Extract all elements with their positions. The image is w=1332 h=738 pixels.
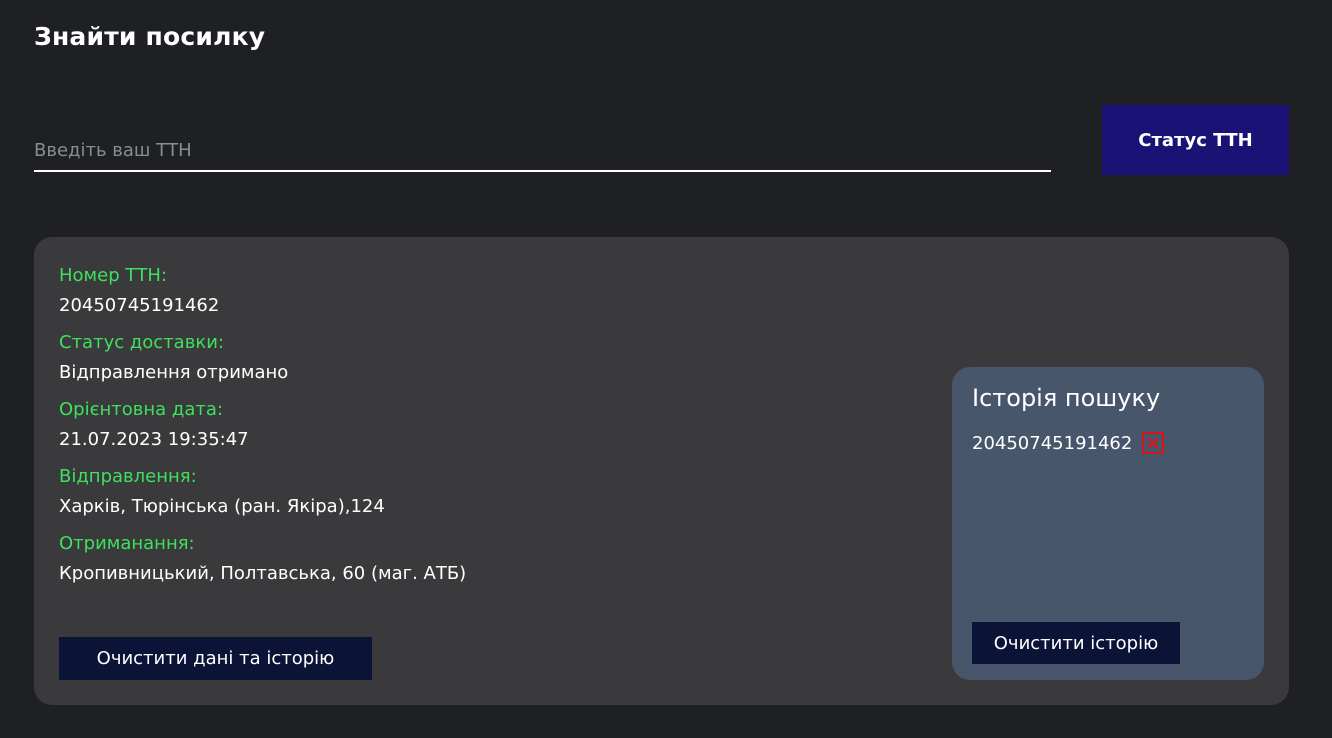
page-title: Знайти посилку xyxy=(34,22,266,51)
close-icon[interactable] xyxy=(1142,432,1165,454)
field-label: Отриманання: xyxy=(59,533,195,554)
field-value: Харків, Тюрінська (ран. Якіра),124 xyxy=(59,496,385,517)
history-title: Історія пошуку xyxy=(972,384,1161,412)
tracking-result-card: Номер ТТН: 20450745191462 Статус доставк… xyxy=(34,237,1289,705)
field-delivery-status: Статус доставки: Відправлення отримано xyxy=(59,332,466,384)
tracking-info: Номер ТТН: 20450745191462 Статус доставк… xyxy=(59,265,466,600)
field-recipient-address: Отриманання: Кропивницький, Полтавська, … xyxy=(59,533,466,585)
field-value: Кропивницький, Полтавська, 60 (маг. АТБ) xyxy=(59,563,467,584)
field-value: Відправлення отримано xyxy=(59,362,289,383)
clear-history-button[interactable]: Очистити історію xyxy=(972,622,1180,664)
history-item: 20450745191462 xyxy=(972,432,1165,454)
history-item-ttn[interactable]: 20450745191462 xyxy=(972,433,1132,454)
field-label: Орієнтовна дата: xyxy=(59,399,223,420)
field-label: Статус доставки: xyxy=(59,332,224,353)
field-label: Номер ТТН: xyxy=(59,265,167,286)
field-value: 21.07.2023 19:35:47 xyxy=(59,429,249,450)
field-value: 20450745191462 xyxy=(59,295,220,316)
ttn-search-input[interactable] xyxy=(34,130,1051,172)
close-icon-glyph xyxy=(1148,437,1159,449)
field-estimated-date: Орієнтовна дата: 21.07.2023 19:35:47 xyxy=(59,399,466,451)
field-ttn-number: Номер ТТН: 20450745191462 xyxy=(59,265,466,317)
search-history-panel: Історія пошуку 20450745191462 Очистити і… xyxy=(952,367,1264,680)
field-label: Відправлення: xyxy=(59,466,197,487)
field-sender-address: Відправлення: Харків, Тюрінська (ран. Як… xyxy=(59,466,466,518)
check-status-button[interactable]: Статус ТТН xyxy=(1102,105,1289,175)
clear-data-and-history-button[interactable]: Очистити дані та історію xyxy=(59,637,372,680)
